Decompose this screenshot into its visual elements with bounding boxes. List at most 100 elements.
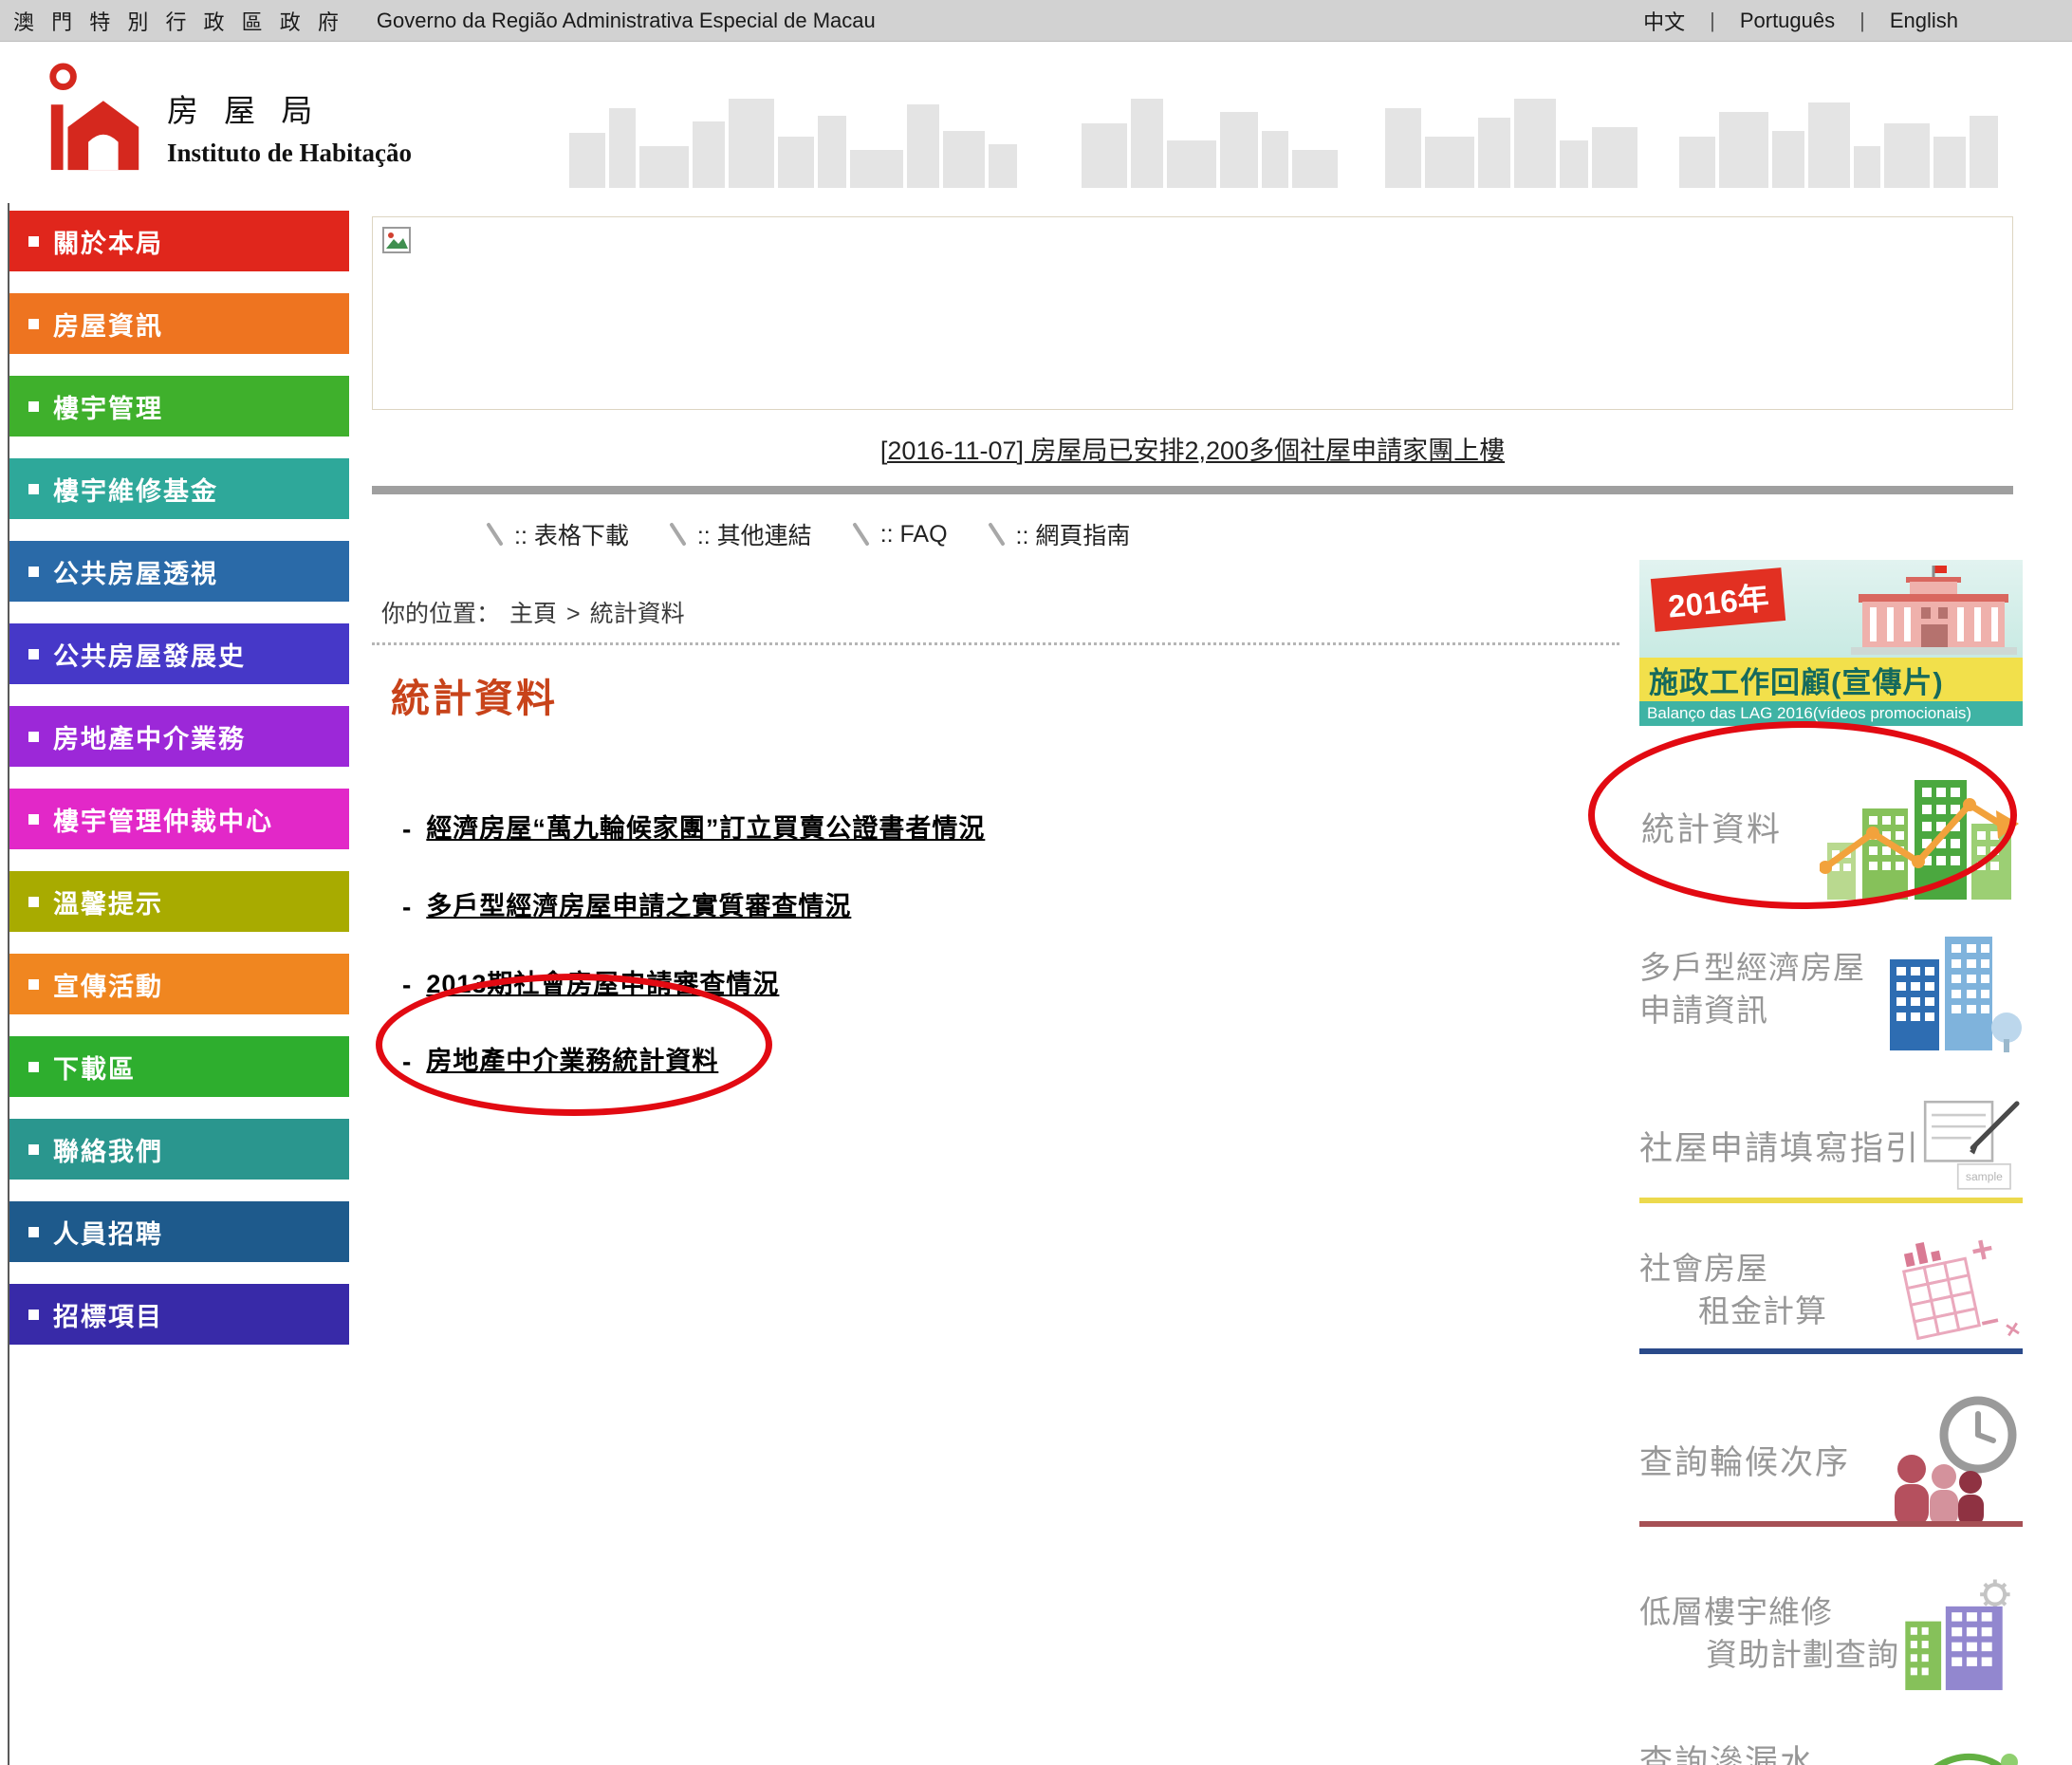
slash-icon (988, 522, 1007, 547)
banner-leak-inquiry[interactable]: 查詢滲漏水 (1639, 1730, 2023, 1765)
calculator-icon: + − × (1880, 1230, 2023, 1351)
gov-top-bar: 澳 門 特 別 行 政 區 政 府 Governo da Região Admi… (0, 0, 2072, 42)
breadcrumb-separator: > (566, 601, 581, 628)
content-column: 你的位置： 主頁 > 統計資料 統計資料 - 經濟房屋“萬九輪候家團”訂立買賣公… (372, 595, 1624, 1078)
sidebar-item-public-housing-overview[interactable]: 公共房屋透視 (9, 541, 349, 602)
square-bullet-icon (28, 732, 39, 742)
svg-text:+: + (1968, 1230, 1998, 1273)
sidebar-item-label: 下載區 (53, 1049, 136, 1086)
square-bullet-icon (28, 814, 39, 825)
sidebar-item-tips[interactable]: 溫馨提示 (9, 871, 349, 932)
lag-banner-subtitle: Balanço das LAG 2016(vídeos promocionais… (1639, 701, 2023, 726)
breadcrumb: 你的位置： 主頁 > 統計資料 (372, 595, 1624, 629)
banner-lag-2016[interactable]: 2016年 (1639, 560, 2023, 726)
blue-buildings-icon (1880, 925, 2023, 1053)
lang-chinese-link[interactable]: 中文 (1643, 6, 1685, 36)
sidebar-item-building-management[interactable]: 樓宇管理 (9, 376, 349, 437)
banner-underline-yellow (1639, 1198, 2023, 1203)
link-2013-social-housing-review[interactable]: 2013期社會房屋申請審查情況 (426, 969, 779, 1001)
nav-label: :: 表格下載 (514, 517, 629, 551)
svg-text:−: − (1977, 1302, 2003, 1341)
banner-multi-family-label: 多戶型經濟房屋 申請資訊 (1639, 947, 1865, 1031)
news-link[interactable]: [2016-11-07] 房屋局已安排2,200多個社屋申請家團上樓 (880, 430, 1505, 467)
sidebar-item-promotions[interactable]: 宣傳活動 (9, 954, 349, 1014)
square-bullet-icon (28, 897, 39, 907)
link-real-estate-agency-stats[interactable]: 房地產中介業務統計資料 (426, 1046, 718, 1078)
language-switcher: 中文 | Português | English (1643, 6, 1958, 36)
sidebar-item-public-housing-history[interactable]: 公共房屋發展史 (9, 623, 349, 684)
banner-text-line: 低層樓宇維修 (1639, 1591, 1899, 1634)
lag-year-badge: 2016年 (1651, 567, 1786, 632)
banner-repair-label: 低層樓宇維修 資助計劃查詢 (1639, 1591, 1899, 1676)
horizontal-divider (372, 486, 2013, 494)
sidebar-item-building-repair-fund[interactable]: 樓宇維修基金 (9, 458, 349, 519)
main-content: [2016-11-07] 房屋局已安排2,200多個社屋申請家團上樓 :: 表格… (372, 216, 2013, 1124)
news-image-placeholder (372, 216, 2013, 410)
bureau-logo[interactable]: 房 屋 局 Instituto de Habitação (40, 61, 412, 175)
gov-title-zh: 澳 門 特 別 行 政 區 政 府 (13, 6, 344, 36)
lang-portuguese-link[interactable]: Português (1740, 9, 1835, 33)
dotted-divider (372, 642, 1619, 645)
sidebar-item-housing-info[interactable]: 房屋資訊 (9, 293, 349, 354)
sidebar-item-label: 房屋資訊 (53, 306, 163, 343)
link-multi-family-review[interactable]: 多戶型經濟房屋申請之實質審查情況 (426, 891, 851, 923)
sidebar-item-real-estate-agency[interactable]: 房地產中介業務 (9, 706, 349, 767)
banner-repair-subsidy[interactable]: 低層樓宇維修 資助計劃查詢 (1639, 1557, 2023, 1711)
square-bullet-icon (28, 567, 39, 577)
sidebar-item-download-area[interactable]: 下載區 (9, 1036, 349, 1097)
gov-titles: 澳 門 特 別 行 政 區 政 府 Governo da Região Admi… (13, 6, 876, 36)
sidebar-item-label: 招標項目 (53, 1296, 163, 1333)
sidebar-item-arbitration-center[interactable]: 樓宇管理仲裁中心 (9, 789, 349, 849)
lang-english-link[interactable]: English (1890, 9, 1958, 33)
breadcrumb-home-link[interactable]: 主頁 (509, 595, 557, 629)
banner-statistics[interactable]: 統計資料 (1639, 747, 2023, 906)
banner-leak-label: 查詢滲漏水 (1639, 1736, 1815, 1765)
form-pencil-icon: sample (1920, 1089, 2023, 1201)
link-economic-housing-deeds[interactable]: 經濟房屋“萬九輪候家團”訂立買賣公證書者情況 (426, 813, 985, 845)
sidebar-nav: 關於本局 房屋資訊 樓宇管理 樓宇維修基金 公共房屋透視 公共房屋發展史 房地產… (9, 211, 349, 1366)
bureau-name-zh: 房 屋 局 (167, 85, 412, 131)
sidebar-item-label: 關於本局 (53, 223, 163, 260)
broken-image-icon (382, 227, 411, 253)
sidebar-item-label: 公共房屋透視 (53, 553, 218, 590)
banner-form-guide-label: 社屋申請填寫指引 (1639, 1122, 1920, 1170)
sidebar-item-contact-us[interactable]: 聯絡我們 (9, 1119, 349, 1180)
statistics-links-list: - 經濟房屋“萬九輪候家團”訂立買賣公證書者情況 - 多戶型經濟房屋申請之實質審… (372, 813, 1624, 1078)
lang-separator: | (1710, 9, 1715, 33)
banner-text-line: 租金計算 (1639, 1291, 1827, 1333)
slash-icon (486, 522, 505, 547)
banner-text-line: 多戶型經濟房屋 (1639, 947, 1865, 990)
square-bullet-icon (28, 1062, 39, 1072)
banner-queue-inquiry[interactable]: 查詢輪候次序 (1639, 1392, 2023, 1527)
slash-icon (669, 522, 688, 547)
nav-site-guide[interactable]: :: 網頁指南 (988, 517, 1131, 551)
clock-people-icon (1876, 1393, 2023, 1526)
breadcrumb-prefix: 你的位置： (381, 595, 500, 629)
list-item: - 經濟房屋“萬九輪候家團”訂立買賣公證書者情況 (402, 813, 1624, 845)
banner-rent-calculator[interactable]: 社會房屋 租金計算 + (1639, 1226, 2023, 1354)
sidebar-item-about-bureau[interactable]: 關於本局 (9, 211, 349, 271)
nav-faq[interactable]: :: FAQ (852, 521, 948, 548)
bureau-name-pt: Instituto de Habitação (167, 139, 412, 168)
lang-separator: | (1859, 9, 1865, 33)
sidebar-item-recruitment[interactable]: 人員招聘 (9, 1201, 349, 1262)
banner-underline-navy (1639, 1348, 2023, 1354)
list-item: - 房地產中介業務統計資料 (402, 1046, 1624, 1078)
nav-forms-download[interactable]: :: 表格下載 (486, 517, 629, 551)
square-bullet-icon (28, 401, 39, 412)
dash-bullet: - (402, 1046, 411, 1078)
banner-form-guide[interactable]: 社屋申請填寫指引 sample (1639, 1087, 2023, 1203)
secondary-nav: :: 表格下載 :: 其他連結 :: FAQ :: 網頁指南 (486, 511, 2013, 557)
sample-watermark-text: sample (1966, 1170, 2003, 1183)
sidebar-item-label: 樓宇維修基金 (53, 471, 218, 508)
sidebar-item-tender-projects[interactable]: 招標項目 (9, 1284, 349, 1345)
dash-bullet: - (402, 891, 411, 923)
square-bullet-icon (28, 979, 39, 990)
sidebar-item-label: 樓宇管理仲裁中心 (53, 801, 273, 838)
banner-text-line: 社會房屋 (1639, 1248, 1827, 1291)
svg-text:×: × (2003, 1313, 2023, 1345)
nav-other-links[interactable]: :: 其他連結 (669, 517, 812, 551)
bureau-name: 房 屋 局 Instituto de Habitação (167, 85, 412, 168)
square-bullet-icon (28, 649, 39, 660)
banner-multi-family-info[interactable]: 多戶型經濟房屋 申請資訊 (1639, 925, 2023, 1053)
